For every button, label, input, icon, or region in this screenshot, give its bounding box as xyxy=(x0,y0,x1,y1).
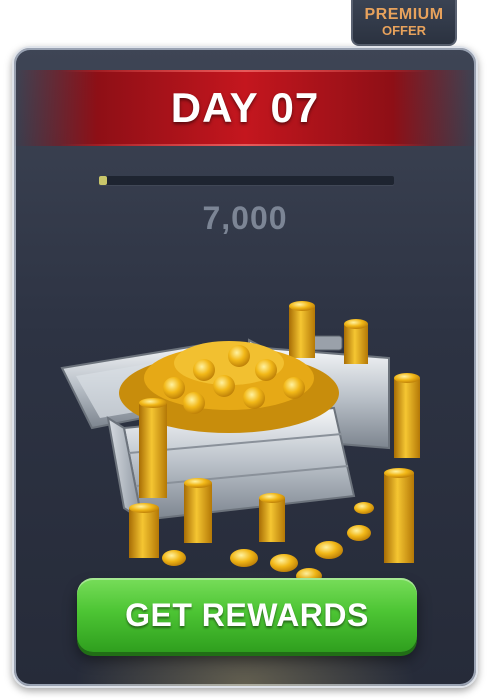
get-rewards-button[interactable]: GET REWARDS xyxy=(77,578,417,652)
coin-treasure-chests-icon xyxy=(60,301,420,584)
day-title: DAY 07 xyxy=(170,84,320,131)
reward-amount: 7,000 xyxy=(202,200,288,236)
premium-offer-tag[interactable]: PREMIUM OFFER xyxy=(351,0,457,46)
daily-reward-card: DAY 07 7,000 GET REWARDS xyxy=(12,46,478,688)
premium-label: PREMIUM xyxy=(364,6,444,24)
offer-label: OFFER xyxy=(381,22,427,38)
reward-progress-fill xyxy=(99,176,107,185)
reward-progress-bar xyxy=(99,176,394,185)
day-banner: DAY 07 xyxy=(14,70,476,146)
